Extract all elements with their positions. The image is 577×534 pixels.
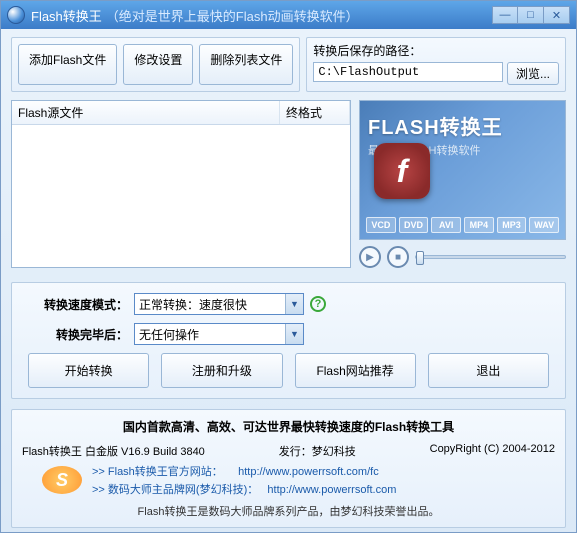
recommend-button[interactable]: Flash网站推荐 xyxy=(295,353,416,388)
badge-mp4: MP4 xyxy=(464,217,494,233)
preview-title: FLASH转换王 xyxy=(368,111,557,140)
badge-vcd: VCD xyxy=(366,217,396,233)
speed-value: 正常转换：速度很快 xyxy=(139,296,247,313)
preview-image: FLASH转换王 最快的FLASH转换软件 f VCD DVD AVI MP4 … xyxy=(359,100,566,240)
publisher-text: 发行：梦幻科技 xyxy=(279,443,356,459)
play-button[interactable]: ▶ xyxy=(359,246,381,268)
format-badges: VCD DVD AVI MP4 MP3 WAV xyxy=(366,217,559,233)
output-path-label: 转换后保存的路径： xyxy=(313,42,559,59)
flash-logo-icon: f xyxy=(374,143,430,199)
badge-avi: AVI xyxy=(431,217,461,233)
link2-label: >> 数码大师主品牌网(梦幻科技)： xyxy=(92,484,258,496)
link2-url[interactable]: http://www.powerrsoft.com xyxy=(267,484,396,496)
speed-label: 转换速度模式： xyxy=(24,296,128,313)
add-flash-button[interactable]: 添加Flash文件 xyxy=(18,44,117,85)
title-subtitle: （绝对是世界上最快的Flash动画转换软件） xyxy=(106,6,359,25)
player-controls: ▶ ■ xyxy=(359,246,566,268)
start-convert-button[interactable]: 开始转换 xyxy=(28,353,149,388)
output-path-panel: 转换后保存的路径： 浏览... xyxy=(306,37,566,92)
col-source: Flash源文件 xyxy=(12,101,280,124)
stop-button[interactable]: ■ xyxy=(387,246,409,268)
seek-slider[interactable] xyxy=(415,255,566,259)
settings-panel: 转换速度模式： 正常转换：速度很快 ▼ ? 转换完毕后： 无任何操作 ▼ 开始转… xyxy=(11,282,566,399)
delete-list-button[interactable]: 删除列表文件 xyxy=(199,44,293,85)
output-path-input[interactable] xyxy=(313,62,503,82)
footer-panel: 国内首款高清、高效、可达世界最快转换速度的Flash转换工具 Flash转换王 … xyxy=(11,409,566,528)
app-window: Flash转换王 （绝对是世界上最快的Flash动画转换软件） — □ ✕ 添加… xyxy=(0,0,577,533)
badge-mp3: MP3 xyxy=(497,217,527,233)
slogan-text: 国内首款高清、高效、可达世界最快转换速度的Flash转换工具 xyxy=(22,418,555,435)
link1-url[interactable]: http://www.powerrsoft.com/fc xyxy=(238,466,379,478)
after-combo[interactable]: 无任何操作 ▼ xyxy=(134,323,304,345)
file-list[interactable]: Flash源文件 终格式 xyxy=(11,100,351,268)
chevron-down-icon: ▼ xyxy=(285,294,303,314)
speed-combo[interactable]: 正常转换：速度很快 ▼ xyxy=(134,293,304,315)
after-value: 无任何操作 xyxy=(139,326,199,343)
browse-button[interactable]: 浏览... xyxy=(507,62,559,85)
title-text: Flash转换王 xyxy=(31,6,102,25)
link1-label: >> Flash转换王官方网站： xyxy=(92,466,223,478)
col-format: 终格式 xyxy=(280,101,350,124)
file-list-header: Flash源文件 终格式 xyxy=(12,101,350,125)
titlebar: Flash转换王 （绝对是世界上最快的Flash动画转换软件） — □ ✕ xyxy=(1,1,576,29)
version-text: Flash转换王 白金版 V16.9 Build 3840 xyxy=(22,443,205,459)
badge-dvd: DVD xyxy=(399,217,429,233)
app-icon xyxy=(7,6,25,24)
bottom-text: Flash转换王是数码大师品牌系列产品，由梦幻科技荣誉出品。 xyxy=(22,503,555,519)
modify-settings-button[interactable]: 修改设置 xyxy=(123,44,193,85)
exit-button[interactable]: 退出 xyxy=(428,353,549,388)
chevron-down-icon: ▼ xyxy=(285,324,303,344)
after-label: 转换完毕后： xyxy=(24,326,128,343)
maximize-button[interactable]: □ xyxy=(518,6,544,24)
slider-thumb[interactable] xyxy=(416,251,424,265)
register-button[interactable]: 注册和升级 xyxy=(161,353,282,388)
brand-logo-icon: S xyxy=(42,466,82,494)
toolbar-panel: 添加Flash文件 修改设置 删除列表文件 xyxy=(11,37,300,92)
preview-panel: FLASH转换王 最快的FLASH转换软件 f VCD DVD AVI MP4 … xyxy=(359,100,566,268)
close-button[interactable]: ✕ xyxy=(544,6,570,24)
copyright-text: CopyRight (C) 2004-2012 xyxy=(430,443,555,459)
help-icon[interactable]: ? xyxy=(310,296,326,312)
minimize-button[interactable]: — xyxy=(492,6,518,24)
badge-wav: WAV xyxy=(529,217,559,233)
